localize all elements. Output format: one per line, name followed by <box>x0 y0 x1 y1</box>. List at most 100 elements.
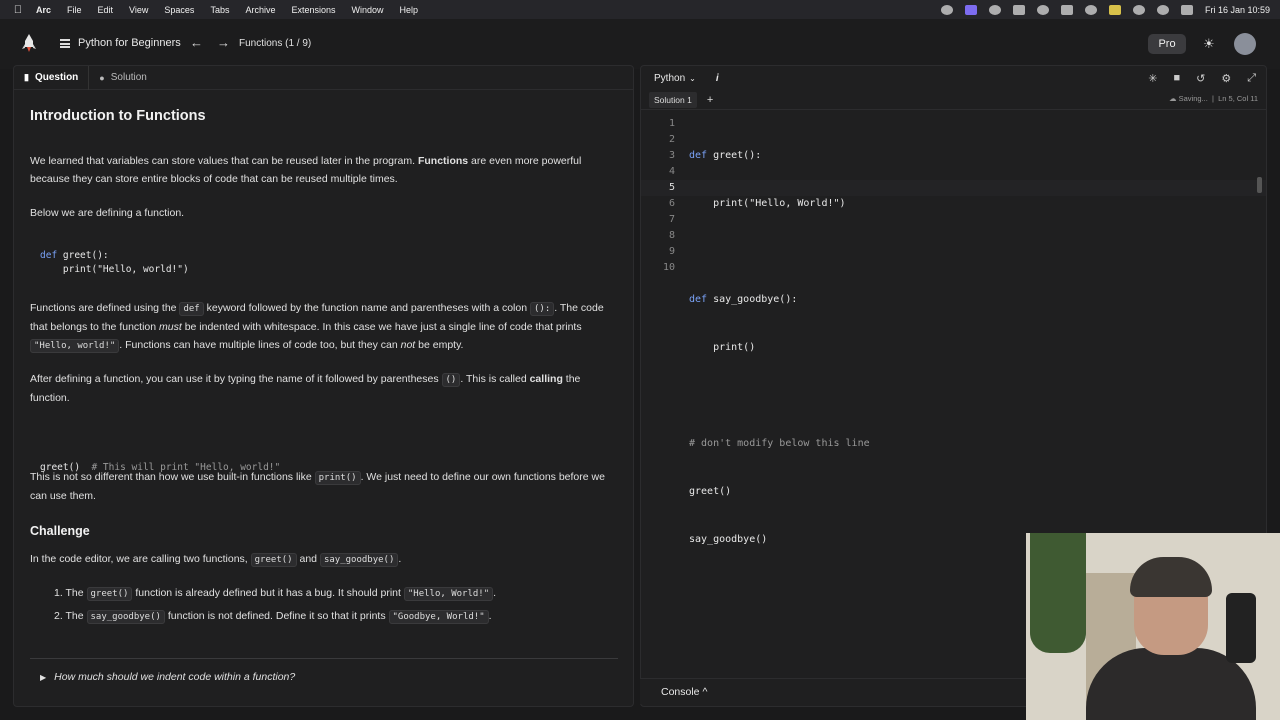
editor-scrollbar[interactable] <box>1257 177 1262 193</box>
chevron-down-icon: ⌄ <box>689 73 696 83</box>
add-tab-icon[interactable]: + <box>707 94 713 106</box>
trash-icon[interactable]: ■ <box>1173 72 1180 85</box>
inline-code: print() <box>314 471 361 485</box>
text-bold: calling <box>529 373 563 385</box>
list-item: 2. The say_goodbye() function is not def… <box>54 607 492 626</box>
debug-icon[interactable]: ✳ <box>1148 72 1157 85</box>
code-line[interactable] <box>689 244 870 260</box>
code-line[interactable] <box>689 388 870 404</box>
wifi-icon[interactable] <box>1132 4 1145 15</box>
menu-bar:  Arc File Edit View Spaces Tabs Archive… <box>0 0 1280 19</box>
language-select[interactable]: Python ⌄ <box>654 73 696 84</box>
menu-spaces[interactable]: Spaces <box>164 5 194 15</box>
menu-tabs[interactable]: Tabs <box>210 5 229 15</box>
menu-extensions[interactable]: Extensions <box>291 5 335 15</box>
text-bold: Functions <box>417 155 469 167</box>
code-line[interactable]: # don't modify below this line <box>689 436 870 452</box>
theme-toggle-icon[interactable]: ☀ <box>1203 36 1215 52</box>
menu-icon <box>60 38 70 48</box>
text: be empty. <box>415 339 464 351</box>
control-center-icon[interactable] <box>1180 4 1193 15</box>
menu-edit[interactable]: Edit <box>98 5 114 15</box>
status-icon[interactable] <box>940 4 953 15</box>
inline-code: def <box>179 302 204 316</box>
menu-app[interactable]: Arc <box>36 5 51 15</box>
tab-solution-1[interactable]: Solution 1 <box>649 91 697 108</box>
code-line[interactable]: def say_goodbye(): <box>689 292 870 308</box>
code-line[interactable]: greet() <box>689 484 870 500</box>
code-text-area[interactable]: def greet(): print("Hello, World!") def … <box>689 116 870 628</box>
back-arrow-icon[interactable]: ← <box>190 35 203 50</box>
inline-code: (): <box>529 302 555 316</box>
pro-button[interactable]: Pro <box>1148 34 1186 54</box>
code-line[interactable]: def greet(): <box>689 148 870 164</box>
fullscreen-icon[interactable]: ⤢ <box>1247 72 1256 85</box>
screen-record-icon[interactable] <box>964 4 977 15</box>
inline-code: say_goodbye() <box>319 553 399 567</box>
text: and <box>296 553 320 565</box>
solution-tabs: Solution 1 + ☁ Saving... | Ln 5, Col 11 <box>641 90 1266 110</box>
code-keyword: def <box>40 250 58 261</box>
paragraph-calling: After defining a function, you can use i… <box>30 370 605 407</box>
line-number: 6 <box>668 198 675 209</box>
inline-code: greet() <box>86 587 133 601</box>
inline-code: say_goodbye() <box>86 610 165 624</box>
headphones-icon[interactable] <box>1084 4 1097 15</box>
status-icon[interactable] <box>1036 4 1049 15</box>
line-number: 2 <box>668 134 675 145</box>
course-menu[interactable]: Python for Beginners <box>60 37 181 49</box>
rocket-logo-icon[interactable] <box>20 33 38 53</box>
lesson-panel: ▮ Question ● Solution Introduction to Fu… <box>13 65 634 707</box>
challenge-intro: In the code editor, we are calling two f… <box>30 550 605 569</box>
hint-disclosure[interactable]: ▶ How much should we indent code within a… <box>40 671 295 683</box>
text: function is already defined but it has a… <box>132 587 404 599</box>
tab-question[interactable]: ▮ Question <box>14 66 90 90</box>
text: keyword followed by the function name an… <box>203 302 530 314</box>
code-text: print("Hello, world!") <box>40 264 189 275</box>
text: After defining a function, you can use i… <box>30 373 442 385</box>
code-keyword: def <box>689 150 708 161</box>
webcam-overlay <box>1026 533 1280 720</box>
menu-view[interactable]: View <box>129 5 148 15</box>
search-icon[interactable] <box>1156 4 1169 15</box>
code-line[interactable] <box>689 580 870 596</box>
inline-code: "Hello, world!" <box>30 339 120 353</box>
settings-gear-icon[interactable]: ⚙ <box>1221 72 1231 85</box>
lightbulb-icon: ● <box>99 72 105 83</box>
text: be indented with whitespace. In this cas… <box>181 321 582 333</box>
menu-help[interactable]: Help <box>400 5 419 15</box>
line-number: 7 <box>668 214 675 225</box>
reset-icon[interactable]: ↺ <box>1196 72 1205 85</box>
code-line[interactable]: print() <box>689 340 870 356</box>
language-label: Python <box>654 72 686 84</box>
status-icon[interactable] <box>988 4 1001 15</box>
forward-arrow-icon[interactable]: → <box>217 35 230 50</box>
menu-file[interactable]: File <box>67 5 82 15</box>
cursor-position: Ln 5, Col 11 <box>1218 94 1258 103</box>
saving-status: Saving... <box>1178 94 1208 103</box>
tab-solution[interactable]: ● Solution <box>89 66 157 90</box>
info-icon[interactable]: i <box>716 73 719 84</box>
code-line[interactable]: say_goodbye() <box>689 532 870 548</box>
course-title: Python for Beginners <box>78 37 181 49</box>
text-italic: not <box>400 339 416 351</box>
avatar[interactable] <box>1234 33 1256 55</box>
text: 1. The <box>54 587 87 599</box>
lesson-title[interactable]: Functions (1 / 9) <box>239 38 311 49</box>
line-number: 5 <box>668 182 675 193</box>
code-line[interactable]: print("Hello, World!") <box>689 196 870 212</box>
menu-window[interactable]: Window <box>352 5 384 15</box>
console-toggle[interactable]: Console ^ <box>640 678 1030 704</box>
menu-archive[interactable]: Archive <box>245 5 275 15</box>
text: 2. The <box>54 610 87 622</box>
hint-label: How much should we indent code within a … <box>54 671 296 683</box>
line-number: 10 <box>662 262 675 273</box>
clock[interactable]: Fri 16 Jan 10:59 <box>1205 5 1270 15</box>
display-icon[interactable] <box>1060 4 1073 15</box>
paragraph-intro: We learned that variables can store valu… <box>30 152 605 188</box>
text: . <box>398 553 402 565</box>
apple-icon[interactable]:  <box>0 4 36 16</box>
paragraph-defining: Below we are defining a function. <box>30 207 185 219</box>
status-icon[interactable] <box>1012 4 1025 15</box>
battery-icon[interactable] <box>1108 4 1121 15</box>
